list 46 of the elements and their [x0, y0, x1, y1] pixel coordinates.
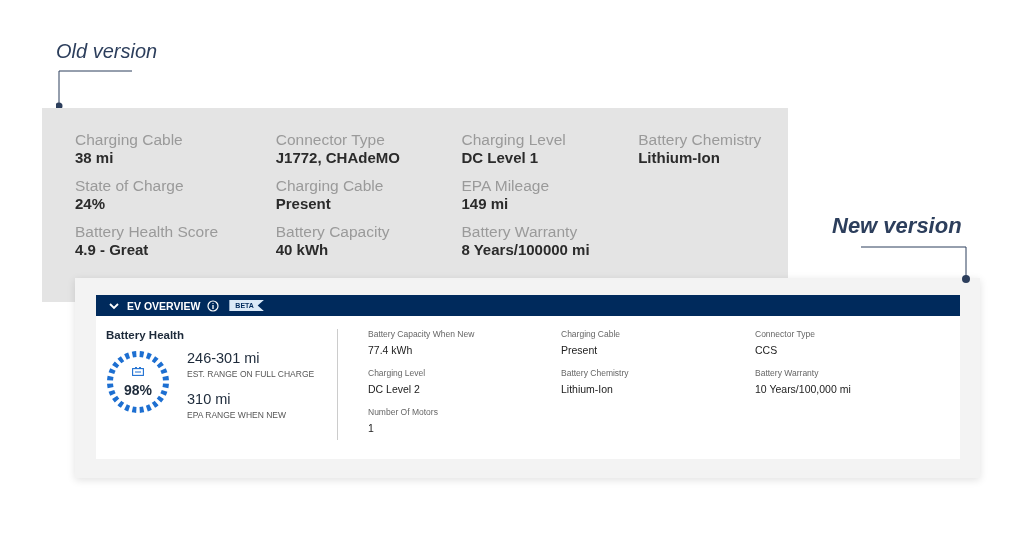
field-value: 4.9 - Great: [75, 241, 150, 259]
field-label: Charging Cable: [561, 329, 622, 340]
field-label: Charging Cable: [275, 177, 385, 195]
field-value: CCS: [755, 344, 779, 357]
field-value: Lithium-Ion: [638, 149, 721, 167]
health-percent: 98%: [123, 383, 153, 397]
field-value: Lithium-Ion: [561, 383, 614, 396]
field-label: Battery Warranty: [461, 223, 579, 241]
field-value: 77.4 kWh: [368, 344, 414, 357]
field-label: State of Charge: [75, 177, 185, 195]
field-label: Battery Chemistry: [638, 131, 763, 149]
field-label: Battery Warranty: [755, 368, 820, 379]
field-label: Number Of Motors: [368, 407, 439, 418]
section-heading: Battery Health: [106, 329, 185, 341]
field-label: Connector Type: [755, 329, 816, 340]
range-value: 310 mi: [187, 391, 232, 408]
version-label: New version: [832, 213, 962, 238]
field-label: Charging Cable: [75, 131, 184, 149]
field-label: EPA Mileage: [461, 177, 551, 195]
field-value: 38 mi: [75, 149, 115, 167]
field-label: Battery Capacity: [275, 223, 391, 241]
field-value: J1772, CHAdeMO: [275, 149, 401, 167]
info-icon[interactable]: [207, 299, 220, 312]
field-value: 40 kWh: [275, 241, 330, 259]
range-caption: EPA RANGE WHEN NEW: [187, 410, 288, 421]
field-value: Present: [275, 195, 332, 213]
field-label: Charging Level: [368, 368, 427, 379]
battery-icon: [132, 367, 144, 376]
field-label: Battery Health Score: [75, 223, 219, 241]
section-title: EV OVERVIEW: [127, 299, 201, 312]
range-value: 246-301 mi: [187, 350, 261, 367]
field-value: 1: [368, 422, 375, 435]
range-caption: EST. RANGE ON FULL CHARGE: [187, 369, 315, 380]
version-label: Old version: [56, 40, 158, 62]
field-label: Battery Capacity When New: [368, 329, 476, 340]
field-label: Charging Level: [461, 131, 567, 149]
gauge-ring: [106, 350, 170, 414]
field-value: 8 Years/100000 mi: [461, 241, 591, 259]
field-value: DC Level 2: [368, 383, 421, 396]
field-label: Battery Chemistry: [561, 368, 630, 379]
field-value: 24%: [75, 195, 107, 213]
field-label: Connector Type: [275, 131, 386, 149]
field-value: DC Level 1: [461, 149, 540, 167]
field-value: Present: [561, 344, 599, 357]
field-value: 149 mi: [461, 195, 510, 213]
field-value: 10 Years/100,000 mi: [755, 383, 852, 396]
